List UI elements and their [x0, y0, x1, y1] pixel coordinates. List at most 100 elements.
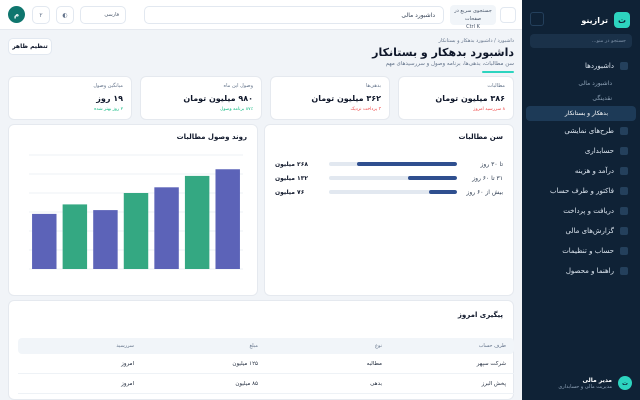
avatar: ت — [618, 376, 632, 390]
aging-range: تا ۳۰ روز — [480, 160, 503, 168]
column-header: سررسید — [116, 343, 134, 349]
avatar[interactable]: م — [8, 6, 25, 23]
dashboard-icon — [620, 62, 628, 70]
kpi-value: ۳۶۲ میلیون تومان — [311, 94, 381, 103]
sidebar-item-label: گزارش‌های مالی — [565, 227, 614, 235]
sidebar-item-label: حسابداری — [584, 147, 614, 155]
chart-bar — [154, 187, 179, 269]
sidebar: ت ترازینو جستجو در منو... داشبوردها داشب… — [522, 0, 640, 400]
sidebar-item-invoices[interactable]: فاکتور و طرف حساب — [522, 181, 640, 201]
ledger-icon — [620, 147, 628, 155]
brand: ت ترازینو — [530, 8, 630, 32]
kpi-label: وصول این ماه — [223, 83, 253, 89]
theme-toggle-button[interactable]: ◐ — [56, 6, 74, 24]
trend-title: روند وصول مطالبات — [176, 133, 247, 141]
sidebar-item-payments[interactable]: دریافت و پرداخت — [522, 201, 640, 221]
search-input[interactable]: داشبورد مالی — [144, 6, 444, 24]
aging-bar — [329, 190, 457, 194]
wallet-icon — [620, 167, 628, 175]
chart-bar — [32, 213, 57, 269]
sidebar-collapse-button[interactable] — [530, 12, 544, 26]
page-title: داشبورد بدهکار و بستانکار — [372, 46, 514, 59]
gear-icon — [620, 247, 628, 255]
help-icon — [620, 267, 628, 275]
quick-search-chip[interactable]: جستجوی سریع در صفحات Ctrl K — [450, 5, 496, 30]
sidebar-nav: داشبوردها داشبورد مالی نقدینگی بدهکار و … — [522, 56, 640, 281]
table-header: طرف حساب نوع مبلغ سررسید — [18, 338, 514, 354]
sidebar-item-label: دریافت و پرداخت — [563, 207, 614, 215]
table-cell: امروز — [121, 360, 134, 367]
kpi-value: ۱۹ روز — [96, 94, 123, 103]
search-value: داشبورد مالی — [401, 11, 435, 19]
sidebar-item-help[interactable]: راهنما و محصول — [522, 261, 640, 281]
table-cell: ۸۵ میلیون — [235, 380, 258, 387]
aging-row: تا ۳۰ روز ۲۶۸ میلیون — [275, 157, 503, 171]
kpi-value: ۳۸۶ میلیون تومان — [435, 94, 505, 103]
language-value: فارسی — [104, 12, 119, 18]
sidebar-subitem-debtor-creditor[interactable]: بدهکار و بستانکار — [526, 106, 636, 121]
page-subtitle: سن مطالبات، بدهی‌ها، برنامه وصول و سررسی… — [385, 61, 514, 67]
shortcut-badge: Ctrl K — [466, 24, 480, 30]
sidebar-item-label: درآمد و هزینه — [574, 167, 614, 175]
sidebar-item-reports[interactable]: گزارش‌های مالی — [522, 221, 640, 241]
table-cell: شرکت سپهر — [476, 360, 506, 367]
kpi-card-collections: وصول این ماه ۹۸۰ میلیون تومان ۸۷٪ برنامه… — [140, 76, 262, 120]
kpi-card-payables: بدهی‌ها ۳۶۲ میلیون تومان ۳ پرداخت نزدیک — [270, 76, 390, 120]
sidebar-item-income-expense[interactable]: درآمد و هزینه — [522, 161, 640, 181]
breadcrumb: داشبورد / داشبورد بدهکار و بستانکار — [438, 38, 514, 44]
sidebar-subitem-financial-dashboard[interactable]: داشبورد مالی — [522, 76, 640, 91]
brand-name: ترازینو — [581, 15, 608, 25]
sidebar-item-accounting[interactable]: حسابداری — [522, 141, 640, 161]
aging-amount: ۷۶ میلیون — [275, 188, 305, 196]
menu-button[interactable] — [500, 7, 516, 23]
aging-bar-fill — [428, 190, 457, 194]
table-cell: بدهی — [370, 380, 382, 387]
aging-bar-fill — [408, 176, 457, 180]
sidebar-item-demo-plans[interactable]: طرح‌های نمایشی — [522, 121, 640, 141]
trend-panel: روند وصول مطالبات — [8, 124, 258, 296]
sidebar-user[interactable]: ت مدیر مالی مدیریت مالی و حسابداری — [530, 372, 632, 394]
kpi-note: ۸ سررسید امروز — [473, 107, 505, 112]
table-cell: مطالبه — [366, 360, 382, 367]
chart-bar — [62, 204, 88, 269]
payment-icon — [620, 207, 628, 215]
layout-settings-button[interactable]: تنظیم ظاهر — [8, 38, 52, 55]
table-cell: ۱۲۵ میلیون — [232, 360, 258, 367]
trend-chart — [29, 154, 243, 270]
followup-table: طرف حساب نوع مبلغ سررسید شرکت سپهر مطالب… — [18, 338, 514, 394]
title-underline — [482, 71, 514, 73]
language-select[interactable]: فارسی — [80, 6, 126, 24]
aging-amount: ۱۳۲ میلیون — [275, 174, 309, 182]
kpi-label: میانگین وصول — [93, 83, 123, 89]
aging-range: ۳۱ تا ۶۰ روز — [472, 174, 503, 182]
sidebar-subitem-liquidity[interactable]: نقدینگی — [522, 91, 640, 106]
aging-bar-fill — [357, 162, 457, 166]
aging-bar — [329, 176, 457, 180]
aging-row: بیش از ۶۰ روز ۷۶ میلیون — [275, 185, 503, 199]
quick-search-label: جستجوی سریع در صفحات — [454, 8, 492, 22]
kpi-note: ۲ روز بهتر شده — [94, 107, 123, 112]
table-row[interactable]: پخش البرز بدهی ۸۵ میلیون امروز — [18, 374, 514, 394]
table-cell: امروز — [121, 380, 134, 387]
column-header: مبلغ — [249, 343, 258, 349]
sidebar-item-dashboards[interactable]: داشبوردها — [522, 56, 640, 76]
kpi-label: مطالبات — [487, 83, 505, 89]
kpi-card-average-collection: میانگین وصول ۱۹ روز ۲ روز بهتر شده — [8, 76, 132, 120]
sidebar-item-settings[interactable]: حساب و تنظیمات — [522, 241, 640, 261]
aging-panel: سن مطالبات تا ۳۰ روز ۲۶۸ میلیون ۳۱ تا ۶۰… — [264, 124, 514, 296]
kpi-label: بدهی‌ها — [366, 83, 381, 89]
sidebar-item-label: راهنما و محصول — [565, 267, 614, 275]
sidebar-item-label: داشبوردها — [585, 62, 614, 70]
aging-bar — [329, 162, 457, 166]
table-row[interactable]: شرکت سپهر مطالبه ۱۲۵ میلیون امروز — [18, 354, 514, 374]
sidebar-search-input[interactable]: جستجو در منو... — [530, 34, 632, 48]
notification-button[interactable]: ۲ — [32, 6, 50, 24]
column-header: نوع — [375, 343, 382, 349]
chart-bar — [184, 175, 210, 269]
kpi-card-receivables: مطالبات ۳۸۶ میلیون تومان ۸ سررسید امروز — [398, 76, 514, 120]
table-cell: پخش البرز — [481, 380, 506, 387]
chart-bar — [93, 210, 118, 269]
aging-amount: ۲۶۸ میلیون — [275, 160, 309, 168]
sidebar-item-label: طرح‌های نمایشی — [564, 127, 614, 135]
kpi-value: ۹۸۰ میلیون تومان — [183, 94, 253, 103]
